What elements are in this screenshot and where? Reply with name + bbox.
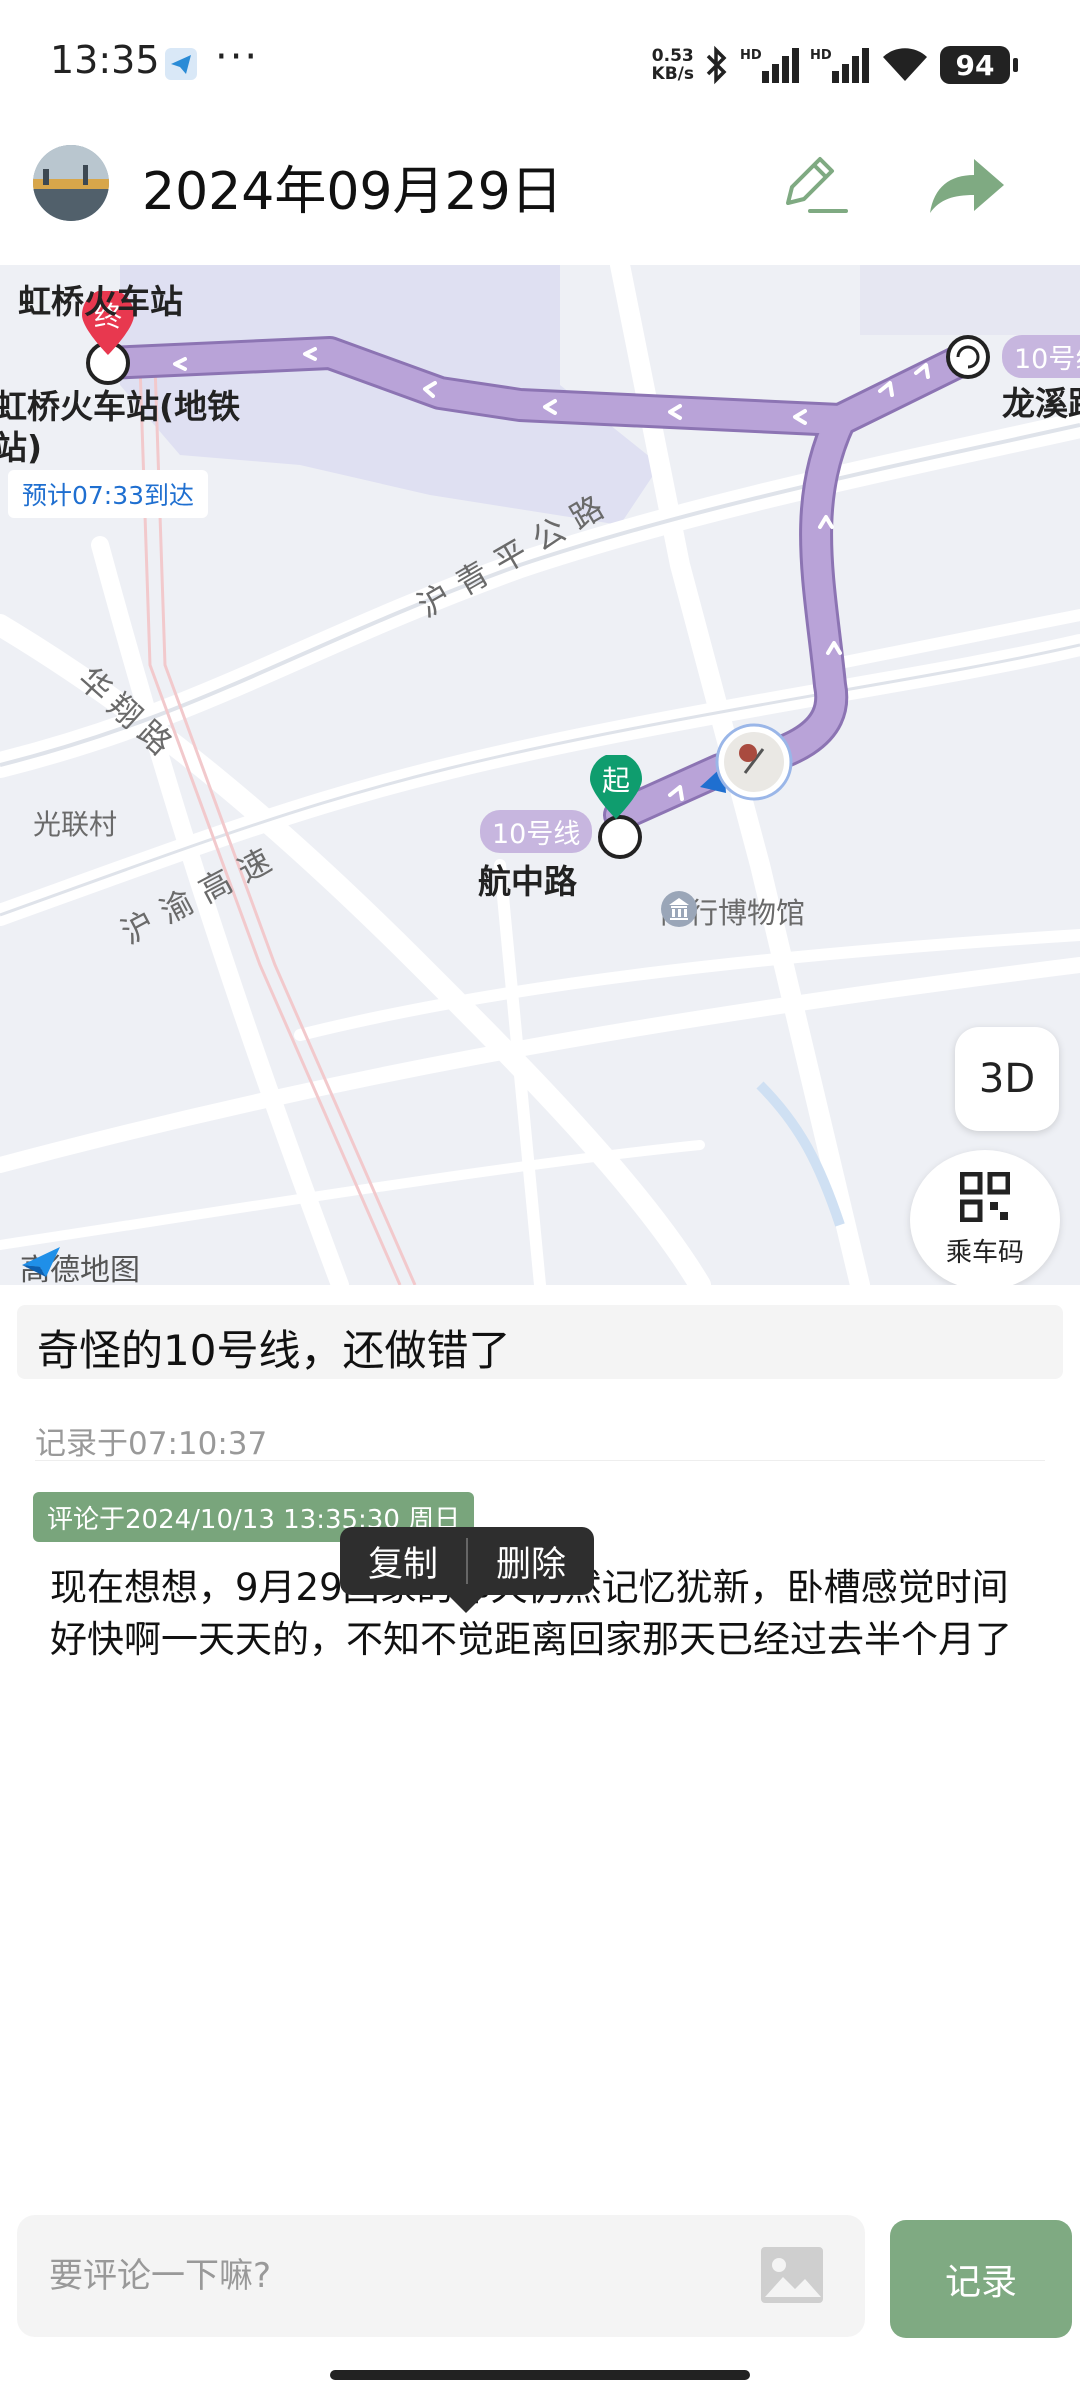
user-location-avatar [715,723,793,801]
start-pin-icon: 起 [590,755,642,819]
comment-input-box [17,2215,865,2337]
svg-text:HD: HD [810,48,832,63]
svg-text:HD: HD [740,48,762,63]
net-speed: 0.53 KB/s [651,46,694,84]
note-title-box[interactable]: 奇怪的10号线，还做错了 [17,1305,1063,1379]
map-label-guanglian-village: 光联村 [33,808,118,841]
qr-code-icon [960,1172,1010,1222]
status-bar: 13:35 ··· 0.53 KB/s HD HD 94 [0,0,1080,130]
copy-button[interactable]: 复制 [340,1536,466,1587]
avatar[interactable] [33,145,109,221]
map-label-hangzhong-road: 航中路 [478,862,577,901]
battery-indicator: 94 [940,46,1018,84]
svg-text:起: 起 [602,764,630,797]
divider [35,1460,1045,1461]
status-time: 13:35 [50,38,160,82]
more-notifications-icon: ··· [215,34,260,80]
telegram-icon [165,48,197,80]
route-map[interactable]: 终 起 虹桥火车站 虹桥火车站(地铁 站) 预计07:33到达 10号线 龙溪路… [0,265,1080,1285]
ride-qr-code-button[interactable]: 乘车码 [910,1150,1060,1285]
pen-edit-icon[interactable] [770,145,850,225]
comment-input[interactable] [47,2245,751,2307]
home-indicator[interactable] [330,2370,750,2380]
record-button[interactable]: 记录 [890,2220,1072,2338]
share-arrow-icon[interactable] [920,145,1010,225]
record-time: 记录于07:10:37 [35,1426,268,1462]
signal-hd-2-icon: HD [810,48,869,83]
map-label-museum: 闵行博物馆 [660,890,805,932]
status-indicators: 0.53 KB/s HD HD 94 [651,40,1018,90]
line-badge-right: 10号线 [1002,335,1080,378]
delete-button[interactable]: 删除 [468,1536,594,1587]
signal-hd-1-icon: HD [740,48,799,83]
map-label-end-station-2: 站) [0,428,43,467]
bluetooth-icon [706,45,727,85]
3d-toggle-button[interactable]: 3D [955,1027,1059,1131]
page-title: 2024年09月29日 [142,162,563,222]
note-title: 奇怪的10号线，还做错了 [37,1326,511,1375]
qr-code-label: 乘车码 [945,1238,1024,1268]
map-label-hongqiao-station: 虹桥火车站 [18,282,183,321]
wifi-icon [883,48,927,81]
line-badge-start: 10号线 [480,810,593,853]
map-label-longxi-road: 龙溪路 [1002,384,1080,423]
image-icon[interactable] [759,2245,825,2305]
amap-logo: 高德地图 [20,1245,140,1285]
museum-icon [661,891,697,927]
context-menu: 复制 删除 [340,1527,595,1613]
eta-badge: 预计07:33到达 [8,470,209,518]
amap-logo-icon [22,1247,60,1277]
header: 2024年09月29日 [0,135,1080,265]
